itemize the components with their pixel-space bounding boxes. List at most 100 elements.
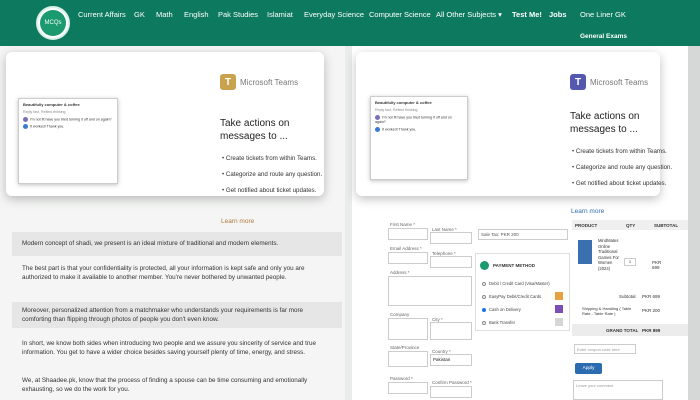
payment-step-icon xyxy=(480,261,489,270)
confirm-password-label: Confirm Password * xyxy=(432,380,472,385)
product-price: PKR 699 xyxy=(652,260,662,270)
scrollbar-track[interactable] xyxy=(688,46,700,400)
teams-brand-left: T Microsoft Teams xyxy=(220,74,298,90)
company-label: Company xyxy=(390,312,410,317)
nav-english[interactable]: English xyxy=(184,10,209,19)
teams-brand-right: T Microsoft Teams xyxy=(570,74,648,90)
nav-math[interactable]: Math xyxy=(156,10,173,19)
article-paragraph: The best part is that your confidentiali… xyxy=(22,265,305,281)
order-col-product: PRODUCT xyxy=(575,223,598,228)
avatar xyxy=(375,115,380,120)
article-paragraph: Moreover, personalized attention from a … xyxy=(22,307,304,323)
avatar xyxy=(23,117,28,122)
last-name-input[interactable] xyxy=(430,232,472,244)
state-input[interactable] xyxy=(388,351,428,367)
order-col-subtotal: SUBTOTAL xyxy=(654,223,679,228)
shipping-value: PKR 200 xyxy=(642,308,661,313)
apply-coupon-button[interactable]: Apply xyxy=(575,363,602,374)
article-paragraph: We, at Shaadee.pk, know that the process… xyxy=(22,377,308,393)
payment-option-card[interactable]: Debit / Credit Card (Visa/Master) xyxy=(482,281,550,286)
qty-stepper[interactable]: 1 xyxy=(624,258,636,266)
easypay-icon xyxy=(555,292,563,300)
email-label: Email Address * xyxy=(390,246,422,251)
chat-subtitle: Reply fast, Reflect thinking xyxy=(23,110,66,114)
nav-all-other-subjects[interactable]: All Other Subjects ▾ xyxy=(436,10,502,19)
chat-subtitle: Reply fast, Reflect thinking xyxy=(375,108,418,112)
nav-one-liner-gk[interactable]: One Liner GK xyxy=(580,10,626,19)
bullet-item: Create tickets from within Teams. xyxy=(222,155,322,162)
bullet-item: Create tickets from within Teams. xyxy=(572,148,672,155)
nav-gk[interactable]: GK xyxy=(134,10,145,19)
coupon-input[interactable]: Enter coupon code here xyxy=(574,344,636,354)
teams-logo-icon: T xyxy=(220,74,236,90)
chat-title: Beautifully computer & coffee xyxy=(23,102,80,107)
grand-total-value: PKR 899 xyxy=(642,328,661,333)
cod-icon xyxy=(555,305,563,313)
radio-icon xyxy=(482,320,486,325)
top-navigation-bar: MCQs Current Affairs GK Math English Pak… xyxy=(0,0,700,46)
payment-option-easypay[interactable]: EasyPay Debit/Credit Cards xyxy=(482,294,541,299)
password-input[interactable] xyxy=(388,382,428,394)
email-input[interactable] xyxy=(388,252,428,264)
shipping-label: Shipping & Handling ( Table Rate - Table… xyxy=(582,306,632,316)
teams-bullets: Create tickets from within Teams. Catego… xyxy=(222,155,322,203)
nav-everyday-science[interactable]: Everyday Science xyxy=(304,10,364,19)
first-name-input[interactable] xyxy=(388,228,428,240)
comment-textarea[interactable]: Leave your comment xyxy=(573,380,663,400)
bullet-item: Get notified about ticket updates. xyxy=(222,187,322,194)
avatar xyxy=(375,127,380,133)
chat-message-1: I'm not fit have you tried turning it of… xyxy=(375,115,452,125)
teams-headline: Take actions on messages to ... xyxy=(570,111,640,135)
password-label: Password * xyxy=(390,376,413,381)
nav-current-affairs[interactable]: Current Affairs xyxy=(78,10,126,19)
radio-icon xyxy=(482,281,486,286)
nav-computer-science[interactable]: Computer Science xyxy=(369,10,431,19)
state-label: State/Province xyxy=(390,345,420,350)
sale-tax-field: Sale Tax: PKR 200 xyxy=(478,229,568,240)
chat-title: Beautifully computer & coffee xyxy=(375,100,432,105)
teams-brand-name: Microsoft Teams xyxy=(590,77,649,87)
payment-option-cod[interactable]: Cash on Delivery xyxy=(482,307,521,312)
learn-more-link[interactable]: Learn more xyxy=(571,208,604,215)
chat-message-2: It worked! Thank you. xyxy=(375,127,463,133)
payment-method-box: PAYMENT METHOD Debit / Credit Card (Visa… xyxy=(475,253,570,331)
article-paragraph: Modern concept of shadi, we present is a… xyxy=(22,240,279,247)
city-input[interactable] xyxy=(430,322,472,340)
company-input[interactable] xyxy=(388,318,428,340)
article-paragraph: In short, we know both sides when introd… xyxy=(22,340,317,356)
bank-icon xyxy=(555,318,563,326)
grand-total-label: GRAND TOTAL xyxy=(606,328,639,333)
nav-jobs[interactable]: Jobs xyxy=(549,10,567,19)
nav-general-exams[interactable]: General Exams xyxy=(580,33,627,40)
order-col-qty: QTY xyxy=(626,223,636,228)
confirm-password-input[interactable] xyxy=(430,386,472,398)
address-input[interactable] xyxy=(388,276,472,306)
nav-test-me[interactable]: Test Me! xyxy=(512,10,542,19)
subtotal-label: Subtotal xyxy=(619,294,636,299)
payment-option-bank[interactable]: Bank Transfer xyxy=(482,320,515,325)
site-logo[interactable]: MCQs xyxy=(36,6,70,40)
telephone-input[interactable] xyxy=(430,256,472,268)
chat-preview-right: Beautifully computer & coffee Reply fast… xyxy=(370,96,468,180)
bullet-item: Get notified about ticket updates. xyxy=(572,180,672,187)
first-name-label: First Name * xyxy=(390,222,416,227)
address-label: Address * xyxy=(390,270,410,275)
chat-preview-left: Beautifully computer & coffee Reply fast… xyxy=(18,98,118,184)
bullet-item: Categorize and route any question. xyxy=(572,164,672,171)
chat-message-2: It worked! Thank you. xyxy=(23,124,113,130)
radio-icon xyxy=(482,294,486,299)
product-thumbnail xyxy=(578,240,592,264)
bullet-item: Categorize and route any question. xyxy=(222,171,322,178)
learn-more-link[interactable]: Learn more xyxy=(221,218,254,225)
teams-logo-icon: T xyxy=(570,74,586,90)
subtotal-value: PKR 699 xyxy=(642,294,661,299)
country-select[interactable]: Pakistan xyxy=(430,354,472,366)
chat-message-1: I'm not fit have you tried turning it of… xyxy=(23,117,113,122)
order-summary: PRODUCT QTY SUBTOTAL MindMates Online Tr… xyxy=(572,220,692,340)
teams-bullets: Create tickets from within Teams. Catego… xyxy=(572,148,672,196)
teams-brand-name: Microsoft Teams xyxy=(240,77,299,87)
teams-headline: Take actions on messages to ... xyxy=(220,118,290,142)
radio-selected-icon xyxy=(482,307,486,312)
nav-pak-studies[interactable]: Pak Studies xyxy=(218,10,258,19)
nav-islamiat[interactable]: Islamiat xyxy=(267,10,293,19)
